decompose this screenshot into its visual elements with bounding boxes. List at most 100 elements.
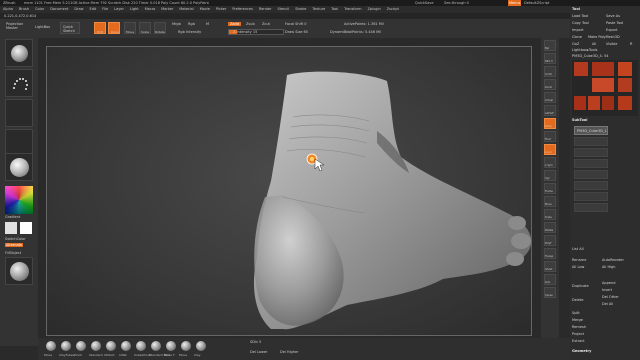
subtool-slot[interactable] <box>574 159 608 168</box>
scale-button[interactable]: Scale <box>544 209 556 220</box>
subtool-slot[interactable] <box>574 137 608 146</box>
current-tool-name[interactable]: PM3D_Cube3D_4. 54 <box>572 54 608 58</box>
menu-texture[interactable]: Texture <box>309 6 328 13</box>
menu-transform[interactable]: Transform <box>341 6 364 13</box>
menu-tool[interactable]: Tool <box>328 6 341 13</box>
rename-button[interactable]: Rename <box>572 258 586 262</box>
polyf-button[interactable]: PolyF <box>544 235 556 246</box>
menu-stencil[interactable]: Stencil <box>274 6 292 13</box>
zadd-button[interactable]: Zadd <box>228 22 241 26</box>
visible-button[interactable]: Visible <box>606 42 617 46</box>
del-other-button[interactable]: Del Other <box>602 295 619 299</box>
projection-master-button[interactable]: Projection Master <box>6 22 32 30</box>
fill-material-thumbnail[interactable] <box>5 257 33 285</box>
secondary-color-swatch[interactable] <box>20 222 32 234</box>
scale-button[interactable]: Scale <box>139 22 151 34</box>
subtool-slot[interactable] <box>574 148 608 157</box>
solo-button[interactable]: Solo <box>544 274 556 285</box>
del-higher-button[interactable]: Del Higher <box>280 350 299 354</box>
alpha-thumbnail[interactable] <box>5 99 33 127</box>
frame-button[interactable]: Frame <box>544 183 556 194</box>
floor-button[interactable]: Floor <box>544 131 556 142</box>
brush-move-icon[interactable] <box>181 341 191 351</box>
r-button[interactable]: R <box>630 42 632 46</box>
menu-file[interactable]: File <box>99 6 111 13</box>
rotate-button[interactable]: Rotate <box>154 22 166 34</box>
append-button[interactable]: Append <box>602 281 615 285</box>
move-button[interactable]: Move <box>544 196 556 207</box>
tool-thumb-5[interactable] <box>618 78 632 92</box>
brush-pinch-icon[interactable] <box>76 341 86 351</box>
sdiv-slider[interactable]: SDiv 5 <box>250 340 261 344</box>
transp-button[interactable]: Transp <box>544 248 556 259</box>
subtool-header[interactable]: SubTool <box>572 118 587 122</box>
mrgb-button[interactable]: Mrgb <box>172 22 181 26</box>
goz-button[interactable]: GoZ <box>572 42 579 46</box>
clone-button[interactable]: Clone <box>572 35 582 39</box>
lightbox-tools-button[interactable]: Lightbox▸Tools <box>572 48 597 52</box>
menu-layer[interactable]: Layer <box>111 6 127 13</box>
z-intensity-slider[interactable]: Z Intensity 15 <box>228 29 284 35</box>
tool-thumb-4[interactable] <box>592 78 614 92</box>
tool-thumb-6[interactable] <box>574 96 586 110</box>
paste-tool-button[interactable]: Paste Tool <box>606 21 623 25</box>
brush-standard-mod-icon[interactable] <box>151 341 161 351</box>
copy-tool-button[interactable]: Copy Tool <box>572 21 589 25</box>
save-as-button[interactable]: Save As <box>606 14 620 18</box>
color-picker[interactable] <box>5 186 33 214</box>
del-lower-button[interactable]: Del Lower <box>250 350 267 354</box>
menu-material[interactable]: Material <box>176 6 196 13</box>
xpose-button[interactable]: Xpose <box>544 287 556 298</box>
menu-alpha[interactable]: Alpha <box>0 6 16 13</box>
main-color-swatch[interactable] <box>5 222 17 234</box>
brush-claytubes-icon[interactable] <box>61 341 71 351</box>
menu-marker[interactable]: Marker <box>158 6 176 13</box>
edit-button[interactable]: Edit <box>94 22 106 34</box>
menu-light[interactable]: Light <box>127 6 142 13</box>
stroke-thumbnail[interactable] <box>5 69 33 97</box>
tool-thumb-8[interactable] <box>602 96 614 110</box>
import-button[interactable]: Import <box>572 28 584 32</box>
subtool-slot-active[interactable]: PM3D_Cube3D_1 <box>574 126 608 135</box>
split-button[interactable]: Split <box>572 311 580 315</box>
switch-color-button[interactable]: SwitchColor <box>5 237 26 241</box>
m-button[interactable]: M <box>206 22 209 26</box>
brush-inflat-icon[interactable] <box>121 341 131 351</box>
draw-button[interactable]: Draw <box>108 22 120 34</box>
subtool-slot[interactable] <box>574 192 608 201</box>
subtool-slot[interactable] <box>574 181 608 190</box>
menu-draw[interactable]: Draw <box>71 6 86 13</box>
menu-macro[interactable]: Macro <box>142 6 159 13</box>
gradient-label[interactable]: Gradient <box>5 215 20 219</box>
geometry-header[interactable]: Geometry <box>572 349 591 353</box>
actual-button[interactable]: Actual <box>544 92 556 103</box>
make-polymesh-button[interactable]: Make PolyMesh3D <box>588 35 620 39</box>
zoom-button[interactable]: Zoom <box>544 79 556 90</box>
menu-zscript[interactable]: Zscript <box>384 6 402 13</box>
menu-movie[interactable]: Movie <box>197 6 213 13</box>
xyz-button[interactable]: Xyz <box>544 170 556 181</box>
tool-thumb-3[interactable] <box>618 62 632 76</box>
merge-button[interactable]: Merge <box>572 318 583 322</box>
aahalf-button[interactable]: AAHalf <box>544 105 556 116</box>
move-button[interactable]: Move <box>124 22 136 34</box>
subtool-slot[interactable] <box>574 203 608 212</box>
load-tool-button[interactable]: Load Tool <box>572 14 588 18</box>
local-button[interactable]: Local <box>544 144 556 155</box>
all-high-button[interactable]: All High <box>602 265 616 269</box>
insert-button[interactable]: Insert <box>602 288 612 292</box>
extract-button[interactable]: Extract <box>572 339 585 343</box>
ghost-button[interactable]: Ghost <box>544 261 556 272</box>
tool-header[interactable]: Tool <box>572 7 580 11</box>
bpr-button[interactable]: Bpr <box>544 40 556 51</box>
all-button[interactable]: All <box>592 42 596 46</box>
quick-sketch-button[interactable]: Quick Sketch <box>60 22 80 34</box>
export-button[interactable]: Export <box>606 28 617 32</box>
brush-snakehook-icon[interactable] <box>136 341 146 351</box>
brush-hpolish-icon[interactable] <box>106 341 116 351</box>
list-all-button[interactable]: List All <box>572 247 584 251</box>
all-low-button[interactable]: All Low <box>572 265 584 269</box>
tool-thumb-1[interactable] <box>574 62 588 76</box>
duplicate-button[interactable]: Duplicate <box>572 284 589 288</box>
zsub-button[interactable]: Zsub <box>246 22 255 26</box>
